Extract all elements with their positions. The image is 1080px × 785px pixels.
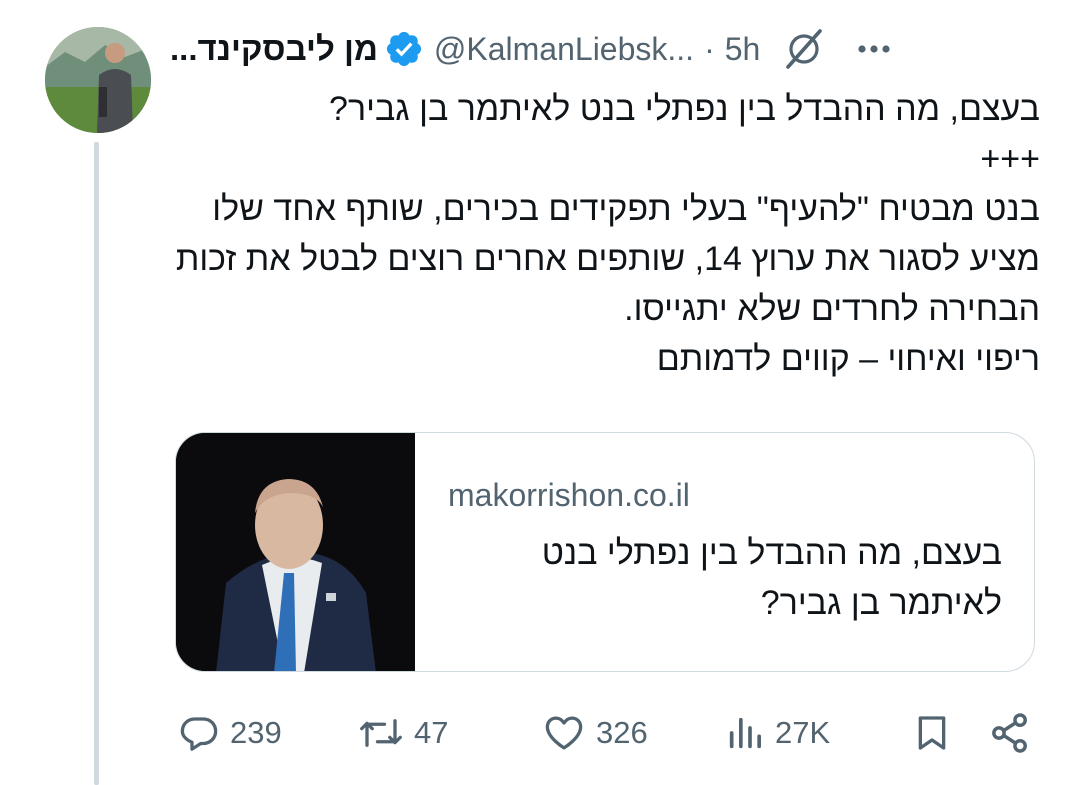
repost-button[interactable]: 47 bbox=[358, 705, 448, 761]
repost-count: 47 bbox=[414, 715, 449, 750]
avatar[interactable] bbox=[45, 27, 151, 133]
author-name[interactable]: ...מן ליבסקינד bbox=[170, 30, 378, 68]
reply-count: 239 bbox=[230, 715, 282, 750]
post-time[interactable]: 5h bbox=[725, 31, 761, 68]
action-bar: 239 47 326 27K bbox=[170, 705, 1040, 761]
thread-line bbox=[94, 142, 99, 785]
grok-icon[interactable] bbox=[782, 27, 826, 71]
more-icon[interactable] bbox=[852, 27, 896, 71]
like-count: 326 bbox=[596, 715, 648, 750]
card-image bbox=[176, 433, 415, 671]
reply-icon bbox=[180, 717, 218, 751]
post-header: ...מן ליבסקינד @KalmanLiebsk... · 5h bbox=[170, 24, 1040, 74]
share-button[interactable] bbox=[988, 705, 1032, 761]
verified-badge-icon bbox=[386, 31, 421, 67]
avatar-photo bbox=[45, 27, 151, 133]
share-icon bbox=[992, 713, 1027, 753]
reply-button[interactable]: 239 bbox=[178, 705, 282, 761]
card-domain: makorrishon.co.il bbox=[448, 477, 690, 513]
card-title: בעצם, מה ההבדל בין נפתלי בנט לאיתמר בן ג… bbox=[541, 534, 1002, 622]
views-count: 27K bbox=[775, 715, 831, 750]
bookmark-button[interactable] bbox=[912, 705, 952, 761]
views-icon bbox=[729, 717, 761, 749]
like-button[interactable]: 326 bbox=[542, 705, 648, 761]
separator: · bbox=[704, 30, 715, 67]
views-button[interactable]: 27K bbox=[725, 705, 830, 761]
author-handle[interactable]: @KalmanLiebsk... bbox=[434, 31, 694, 68]
like-icon bbox=[545, 716, 583, 750]
repost-icon bbox=[360, 719, 402, 747]
post-text: בעצם, מה ההבדל בין נפתלי בנט לאיתמר בן ג… bbox=[175, 90, 1040, 378]
bookmark-icon bbox=[918, 716, 946, 750]
link-card[interactable]: makorrishon.co.il בעצם, מה ההבדל בין נפת… bbox=[175, 432, 1035, 672]
